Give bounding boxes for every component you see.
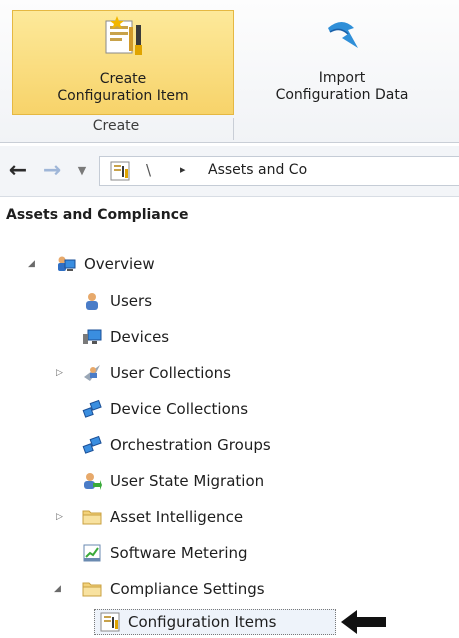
tree-node-label: Software Metering <box>110 544 248 562</box>
expand-icon[interactable]: ▷ <box>56 360 63 386</box>
folder-icon <box>82 510 102 525</box>
import-label-line2: Configuration Data <box>275 87 409 103</box>
users-icon <box>86 293 98 310</box>
folder-icon <box>82 582 102 597</box>
tree-node-label: Devices <box>110 328 170 346</box>
orchestration-groups-icon <box>82 435 102 454</box>
create-configuration-item-label: Create Configuration Item <box>13 71 233 105</box>
overview-icon <box>58 256 76 271</box>
tree-node-label: Compliance Settings <box>110 580 265 598</box>
back-arrow-icon[interactable]: ← <box>6 159 30 183</box>
import-label-line1: Import <box>318 70 366 86</box>
configuration-items-icon <box>100 612 120 632</box>
create-label-line2: Configuration Item <box>57 88 189 104</box>
ribbon: Create Configuration Item Import Configu… <box>0 0 459 143</box>
collapse-icon[interactable]: ◢ <box>28 251 35 277</box>
arrow-pointer-icon <box>341 610 386 634</box>
forward-arrow-icon[interactable]: → <box>40 159 64 183</box>
tree-title: Assets and Compliance <box>6 207 189 223</box>
assets-compliance-icon <box>110 161 130 181</box>
user-collections-icon <box>84 365 100 381</box>
ribbon-group-separator <box>233 118 234 140</box>
breadcrumb-item[interactable]: Assets and Co <box>208 162 307 178</box>
import-configuration-data-label: Import Configuration Data <box>236 70 448 104</box>
user-state-migration-icon <box>84 473 102 490</box>
history-dropdown-icon[interactable]: ▼ <box>70 159 94 183</box>
device-collections-icon <box>82 399 102 418</box>
tree-node-label: Orchestration Groups <box>110 436 271 454</box>
devices-icon <box>83 329 102 344</box>
create-configuration-item-button[interactable]: Create Configuration Item <box>12 10 234 115</box>
ribbon-group-label: Create <box>92 118 140 134</box>
import-configuration-data-button[interactable]: Import Configuration Data <box>236 10 448 115</box>
tree-node-label: Users <box>110 292 153 310</box>
create-config-item-icon <box>105 16 142 55</box>
collapse-icon[interactable]: ◢ <box>54 576 61 602</box>
software-metering-icon <box>83 544 101 562</box>
expand-icon[interactable]: ▷ <box>56 504 63 530</box>
import-arrow-icon <box>328 22 358 48</box>
tree-node-label: Device Collections <box>110 400 249 418</box>
address-bar: ← → ▼ \ ▸ Assets and Co <box>0 146 459 197</box>
breadcrumb-root-separator: \ <box>146 161 152 179</box>
tree-node-label: User Collections <box>110 364 231 382</box>
breadcrumb-arrow[interactable]: ▸ <box>180 163 186 176</box>
breadcrumb[interactable]: \ ▸ Assets and Co <box>99 156 459 186</box>
tree-node-label: Configuration Items <box>128 613 277 631</box>
tree-node-label: User State Migration <box>110 472 265 490</box>
tree-node-label: Asset Intelligence <box>110 508 244 526</box>
create-label-line1: Create <box>99 71 147 87</box>
tree-node-label: Overview <box>84 255 155 273</box>
